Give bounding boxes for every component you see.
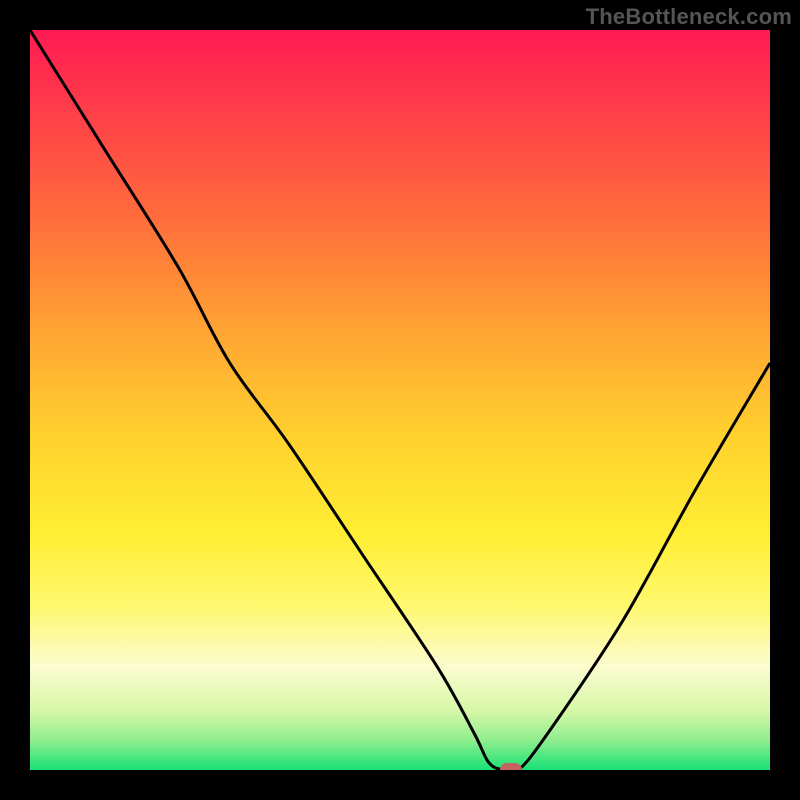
chart-frame: TheBottleneck.com — [0, 0, 800, 800]
watermark-text: TheBottleneck.com — [586, 4, 792, 30]
bottleneck-curve — [30, 30, 770, 770]
plot-area — [30, 30, 770, 770]
curve-path — [30, 30, 770, 770]
optimum-marker — [500, 763, 522, 770]
